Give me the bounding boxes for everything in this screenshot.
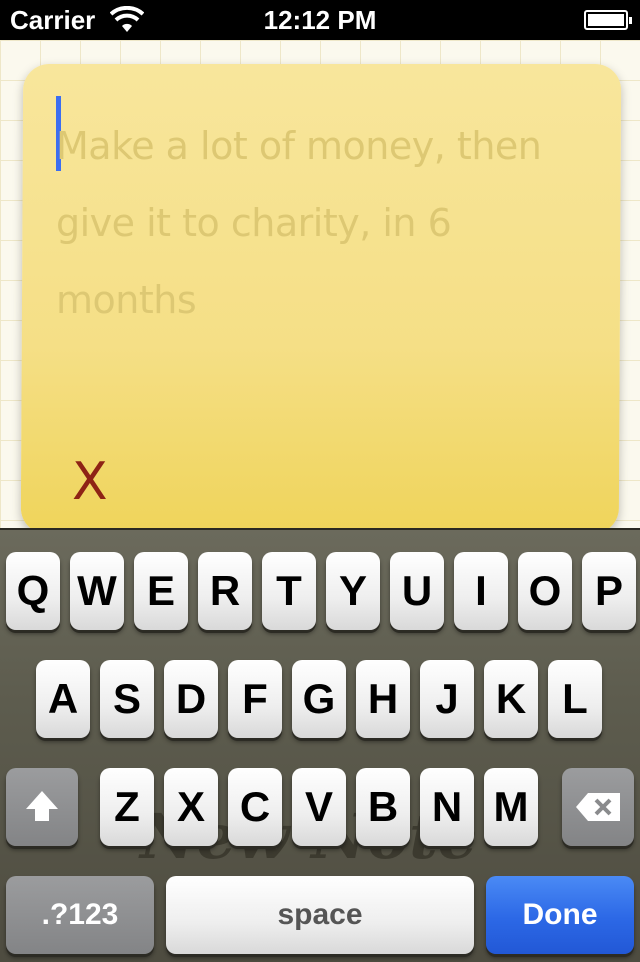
backspace-key[interactable] [562, 768, 634, 846]
note-line-3: months [56, 278, 197, 322]
key-q[interactable]: Q [6, 552, 60, 630]
key-h[interactable]: H [356, 660, 410, 738]
key-m[interactable]: M [484, 768, 538, 846]
key-k[interactable]: K [484, 660, 538, 738]
key-p[interactable]: P [582, 552, 636, 630]
backspace-icon [576, 793, 620, 821]
key-z[interactable]: Z [100, 768, 154, 846]
key-o[interactable]: O [518, 552, 572, 630]
key-b[interactable]: B [356, 768, 410, 846]
space-key[interactable]: space [166, 876, 474, 954]
key-w[interactable]: W [70, 552, 124, 630]
shift-key[interactable] [6, 768, 78, 846]
key-i[interactable]: I [454, 552, 508, 630]
key-d[interactable]: D [164, 660, 218, 738]
note-line-2: give it to charity, in 6 [56, 201, 452, 245]
note-line-1: Make a lot of money, then [56, 124, 542, 168]
key-s[interactable]: S [100, 660, 154, 738]
key-x[interactable]: X [164, 768, 218, 846]
clock: 12:12 PM [263, 5, 377, 35]
status-bar: Carrier 12:12 PM [0, 0, 640, 40]
key-y[interactable]: Y [326, 552, 380, 630]
key-c[interactable]: C [228, 768, 282, 846]
done-key[interactable]: Done [486, 876, 634, 954]
key-j[interactable]: J [420, 660, 474, 738]
delete-note-button[interactable]: X [72, 452, 108, 512]
shift-arrow-icon [26, 791, 58, 821]
key-l[interactable]: L [548, 660, 602, 738]
key-e[interactable]: E [134, 552, 188, 630]
key-g[interactable]: G [292, 660, 346, 738]
key-v[interactable]: V [292, 768, 346, 846]
key-r[interactable]: R [198, 552, 252, 630]
key-a[interactable]: A [36, 660, 90, 738]
key-n[interactable]: N [420, 768, 474, 846]
key-u[interactable]: U [390, 552, 444, 630]
key-t[interactable]: T [262, 552, 316, 630]
key-f[interactable]: F [228, 660, 282, 738]
note-text-area[interactable]: Make a lot of money, then give it to cha… [56, 108, 576, 339]
battery-icon [584, 10, 632, 30]
numbers-mode-key[interactable]: .?123 [6, 876, 154, 954]
